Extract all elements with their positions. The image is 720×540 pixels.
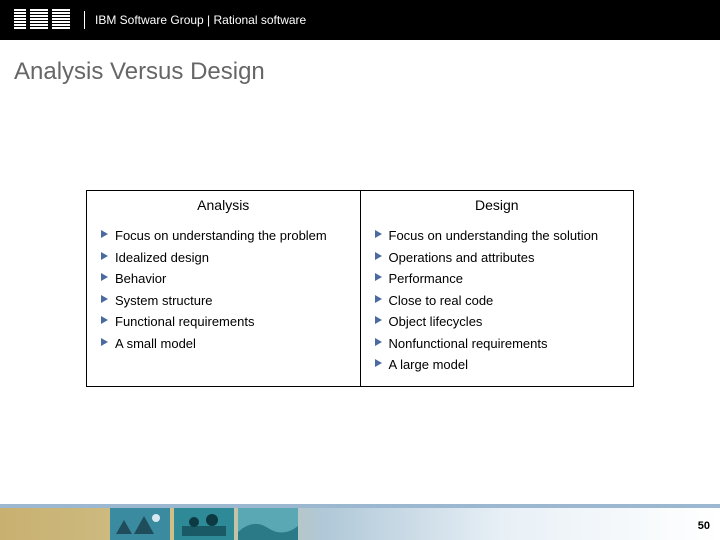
table-cell-design: Focus on understanding the solution Oper… xyxy=(360,221,634,386)
footer-art-2-icon xyxy=(174,508,234,540)
header-bar: IBM Software Group | Rational software xyxy=(0,0,720,40)
list-item: Operations and attributes xyxy=(375,247,624,269)
list-item: Object lifecycles xyxy=(375,311,624,333)
header-divider xyxy=(84,11,85,29)
table-header-design: Design xyxy=(360,191,634,222)
table-cell-analysis: Focus on understanding the problem Ideal… xyxy=(87,221,361,386)
header-group-text: IBM Software Group | Rational software xyxy=(95,13,306,27)
slide-title: Analysis Versus Design xyxy=(0,40,720,86)
list-item: Close to real code xyxy=(375,290,624,312)
ibm-logo-icon xyxy=(14,9,70,31)
list-item: System structure xyxy=(101,290,350,312)
list-item: A large model xyxy=(375,354,624,376)
list-item: Functional requirements xyxy=(101,311,350,333)
list-item: Performance xyxy=(375,268,624,290)
list-item: Behavior xyxy=(101,268,350,290)
table-header-analysis: Analysis xyxy=(87,191,361,222)
list-item: Nonfunctional requirements xyxy=(375,333,624,355)
list-item: Idealized design xyxy=(101,247,350,269)
footer-art-1-icon xyxy=(110,508,170,540)
footer-bar: 50 xyxy=(0,504,720,540)
list-item: Focus on understanding the problem xyxy=(101,225,350,247)
footer-art-3-icon xyxy=(238,508,298,540)
list-item: A small model xyxy=(101,333,350,355)
list-item: Focus on understanding the solution xyxy=(375,225,624,247)
comparison-table: Analysis Design Focus on understanding t… xyxy=(86,190,634,387)
page-number: 50 xyxy=(698,520,710,532)
